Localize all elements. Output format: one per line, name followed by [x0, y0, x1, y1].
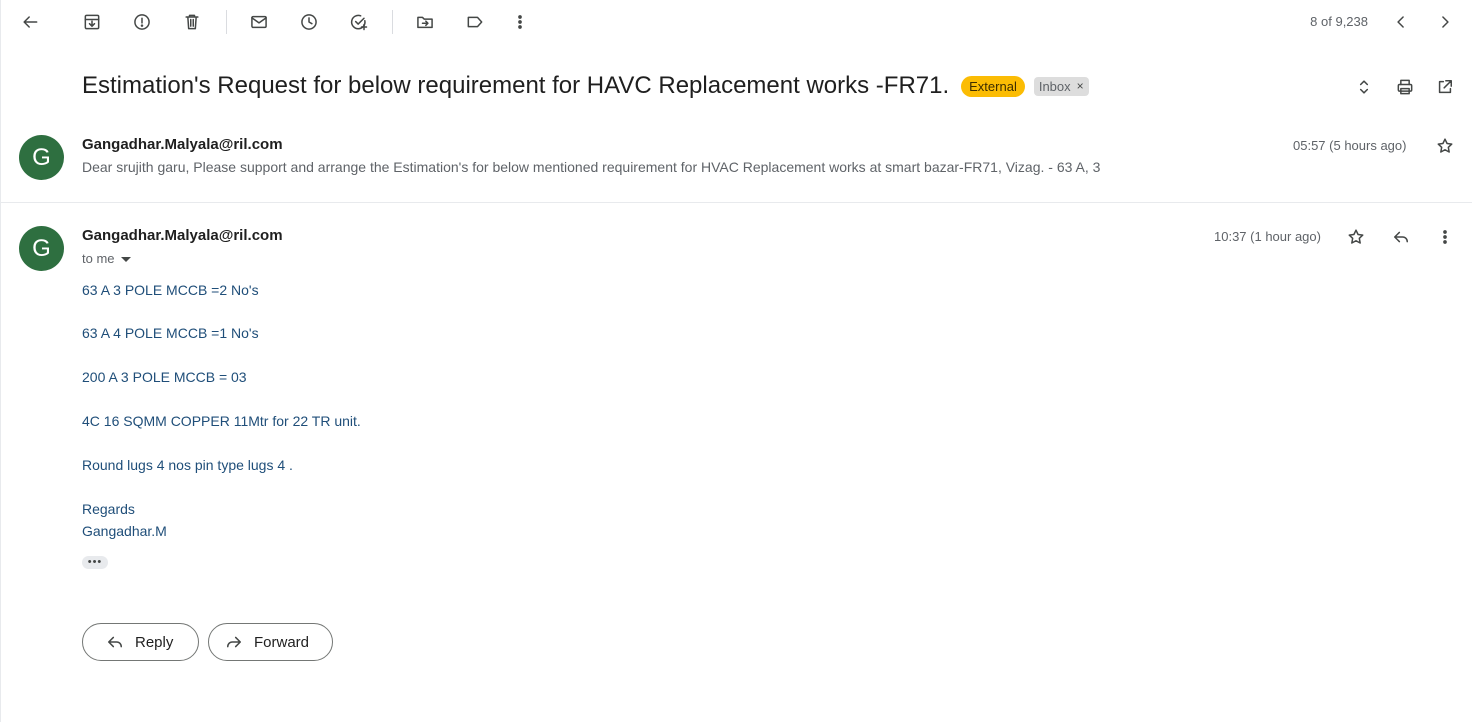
- snooze-icon[interactable]: [292, 5, 326, 39]
- remove-label-icon[interactable]: ×: [1077, 79, 1084, 93]
- signature-name: Gangadhar.M: [82, 523, 167, 539]
- body-line: 63 A 3 POLE MCCB =2 No's: [82, 282, 259, 298]
- left-border: [0, 0, 1, 722]
- report-spam-icon[interactable]: [125, 5, 159, 39]
- reply-label: Reply: [135, 633, 174, 651]
- more-vertical-icon[interactable]: [1428, 220, 1462, 254]
- sender-name: Gangadhar.Malyala@ril.com: [82, 136, 283, 153]
- reply-icon[interactable]: [1384, 220, 1418, 254]
- signature-regards: Regards: [82, 501, 135, 517]
- label-icon[interactable]: [458, 5, 492, 39]
- inbox-label-chip: Inbox ×: [1033, 76, 1089, 96]
- mark-unread-icon[interactable]: [242, 5, 276, 39]
- newer-chevron-left-icon[interactable]: [1384, 5, 1418, 39]
- toolbar-separator: [392, 10, 393, 34]
- print-icon[interactable]: [1388, 70, 1422, 104]
- more-vertical-icon[interactable]: [503, 5, 537, 39]
- recipient-text: to me: [82, 251, 115, 266]
- forward-icon: [227, 636, 241, 648]
- message-snippet: Dear srujith garu, Please support and ar…: [82, 159, 1101, 175]
- reply-icon: [108, 636, 122, 648]
- show-trimmed-content-button[interactable]: •••: [82, 556, 108, 569]
- message-time: 05:57 (5 hours ago): [1293, 138, 1407, 153]
- subject-line: Estimation's Request for below requireme…: [82, 72, 1089, 100]
- forward-button[interactable]: Forward: [208, 623, 333, 661]
- forward-label: Forward: [254, 633, 310, 651]
- sender-name: Gangadhar.Malyala@ril.com: [82, 227, 283, 244]
- avatar: G: [19, 135, 64, 180]
- details-caret-icon[interactable]: [120, 257, 131, 262]
- body-line: Round lugs 4 nos pin type lugs 4 .: [82, 457, 293, 473]
- body-line: 4C 16 SQMM COPPER 11Mtr for 22 TR unit.: [82, 413, 361, 429]
- reply-button[interactable]: Reply: [82, 623, 199, 661]
- avatar: G: [19, 226, 64, 271]
- email-view: 8 of 9,238 Estimation's Request for belo…: [0, 0, 1472, 722]
- inbox-label-text: Inbox: [1038, 78, 1071, 94]
- email-subject: Estimation's Request for below requireme…: [82, 72, 950, 99]
- message-time: 10:37 (1 hour ago): [1214, 229, 1321, 244]
- open-new-window-icon[interactable]: [1428, 70, 1462, 104]
- back-arrow-icon[interactable]: [13, 5, 47, 39]
- body-line: 63 A 4 POLE MCCB =1 No's: [82, 325, 259, 341]
- toolbar-separator: [226, 10, 227, 34]
- expand-all-icon[interactable]: [1347, 70, 1381, 104]
- older-chevron-right-icon[interactable]: [1428, 5, 1462, 39]
- message-divider: [0, 202, 1472, 203]
- external-badge: External: [961, 75, 1025, 97]
- add-to-tasks-icon[interactable]: [342, 5, 376, 39]
- message-counter: 8 of 9,238: [1310, 14, 1368, 29]
- star-icon[interactable]: [1428, 129, 1462, 163]
- body-line: 200 A 3 POLE MCCB = 03: [82, 369, 247, 385]
- star-icon[interactable]: [1339, 220, 1373, 254]
- move-to-icon[interactable]: [408, 5, 442, 39]
- recipient-details[interactable]: to me: [82, 251, 131, 266]
- delete-icon[interactable]: [175, 5, 209, 39]
- archive-icon[interactable]: [75, 5, 109, 39]
